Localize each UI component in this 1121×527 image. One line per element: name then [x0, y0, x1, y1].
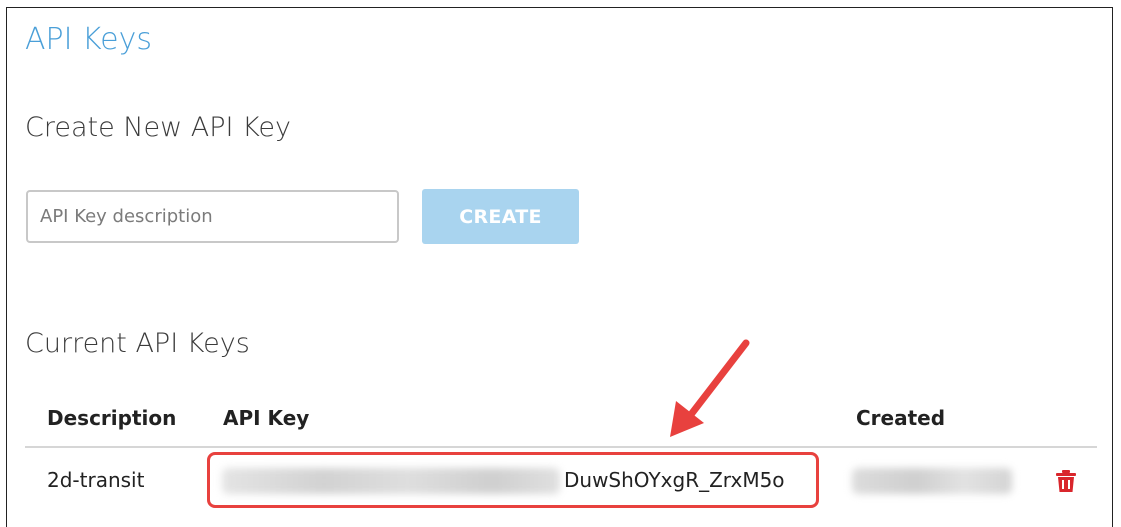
api-key-highlight-box	[207, 452, 819, 508]
table-header-divider	[25, 446, 1097, 448]
column-header-description: Description	[47, 406, 177, 430]
page-title: API Keys	[25, 22, 153, 57]
column-header-created: Created	[856, 406, 946, 430]
redacted-created-date	[852, 468, 1012, 494]
page-frame	[6, 7, 1113, 527]
current-section-title: Current API Keys	[25, 328, 250, 359]
trash-icon[interactable]	[1055, 469, 1077, 493]
create-button[interactable]: CREATE	[422, 189, 579, 244]
create-section-title: Create New API Key	[25, 112, 292, 143]
row-description: 2d-transit	[47, 468, 145, 492]
api-key-description-input[interactable]	[26, 190, 399, 243]
column-header-api-key: API Key	[223, 406, 310, 430]
